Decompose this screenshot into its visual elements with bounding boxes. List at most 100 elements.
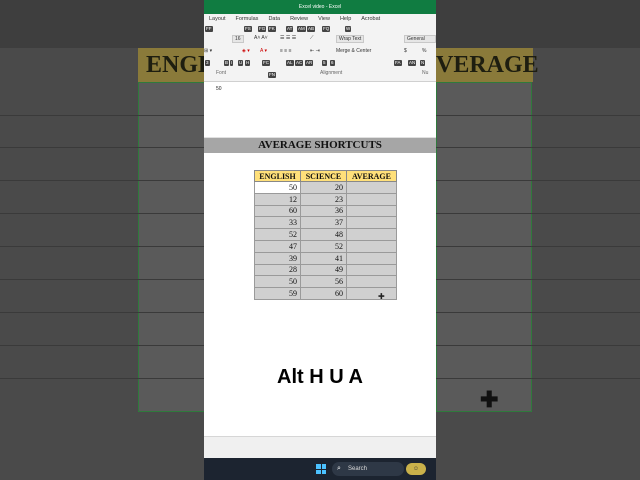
cell-english[interactable]: 60 [254, 204, 301, 218]
cell-average[interactable] [346, 181, 397, 194]
window-title: Excel video - Excel [204, 0, 436, 14]
cell-science[interactable]: 20 [300, 181, 347, 194]
keytip: B [224, 60, 230, 66]
worksheet-grid[interactable]: AVERAGE SHORTCUTS ENGLISH SCIENCE AVERAG… [204, 138, 436, 436]
widgets-icon[interactable]: ☺ [406, 463, 426, 475]
table-row: 47 52 [254, 239, 397, 253]
data-table: ENGLISH SCIENCE AVERAGE 50 20 12 23 60 3… [254, 170, 397, 300]
cell-average[interactable] [346, 228, 397, 241]
cell-english[interactable]: 50 [254, 275, 301, 289]
sheet-tabs-bar [204, 436, 436, 458]
keytip: FN [268, 72, 276, 78]
header-average[interactable]: AVERAGE [346, 170, 397, 182]
keytip: FA [394, 60, 402, 66]
cell-science[interactable]: 23 [300, 192, 347, 206]
cell-science[interactable]: 36 [300, 204, 347, 218]
group-number-label: Nu [422, 70, 429, 76]
tab-help[interactable]: Help [335, 14, 356, 24]
header-english[interactable]: ENGLISH [254, 170, 301, 182]
shortcut-caption: Alt H U A [277, 366, 363, 388]
sheet-heading: AVERAGE SHORTCUTS [204, 138, 436, 153]
tab-layout[interactable]: Layout [204, 14, 231, 24]
cell-english[interactable]: 39 [254, 251, 301, 265]
cell-english[interactable]: 12 [254, 192, 301, 206]
align-left-icon[interactable]: ≡ ≡ ≡ [280, 48, 292, 54]
table-row: 12 23 [254, 192, 397, 206]
percent-button[interactable]: % [422, 48, 426, 54]
cell-english[interactable]: 33 [254, 216, 301, 230]
keytip: FF [205, 26, 213, 32]
cell-cursor-icon: ✚ [378, 292, 385, 301]
table-row: 28 49 [254, 263, 397, 277]
orientation-icon[interactable]: ⟋ [310, 35, 314, 41]
grow-font-icon[interactable]: A˄ A˅ [254, 35, 268, 41]
keytip: AB [307, 26, 316, 32]
tab-review[interactable]: Review [285, 14, 313, 24]
cell-average[interactable] [346, 263, 397, 277]
cell-average[interactable] [346, 216, 397, 230]
cell-average[interactable] [346, 275, 397, 289]
cell-english[interactable]: 59 [254, 287, 301, 300]
table-row: 50 56 [254, 275, 397, 289]
keytip: FQ [322, 26, 331, 32]
wrap-text-button[interactable]: Wrap Text [336, 35, 365, 43]
align-top-icon[interactable]: ☰ ☰ ☰ [280, 35, 296, 41]
tab-data[interactable]: Data [263, 14, 285, 24]
tab-formulas[interactable]: Formulas [231, 14, 264, 24]
tab-acrobat[interactable]: Acrobat [356, 14, 385, 24]
cell-science[interactable]: 52 [300, 239, 347, 253]
keytip: I [230, 60, 234, 66]
taskbar-search-label: Search [348, 466, 368, 472]
cell-english[interactable]: 28 [254, 263, 301, 277]
table-row: 33 37 [254, 216, 397, 230]
formula-bar-value: 50 [216, 86, 222, 92]
font-size-select[interactable]: 16 [232, 35, 244, 43]
cell-average[interactable] [346, 204, 397, 218]
fill-color-icon[interactable]: ◈ ▾ [242, 48, 250, 54]
cell-english[interactable]: 47 [254, 239, 301, 253]
ribbon-tabs: Layout Formulas Data Review View Help Ac… [204, 14, 436, 24]
indent-icon[interactable]: ⇤ ⇥ [310, 48, 320, 54]
cell-average[interactable] [346, 287, 397, 300]
background-title-right: VERAGE [436, 52, 539, 78]
cell-english[interactable]: 52 [254, 228, 301, 241]
keytip: 5 [322, 60, 327, 66]
keytip: AN [408, 60, 417, 66]
keytip: 6 [330, 60, 335, 66]
group-alignment-label: Alignment [320, 70, 343, 76]
taskbar: ⌕ Search ☺ [204, 458, 436, 480]
keytip: U [238, 60, 244, 66]
tab-view[interactable]: View [313, 14, 335, 24]
cell-science[interactable]: 37 [300, 216, 347, 230]
header-science[interactable]: SCIENCE [300, 170, 347, 182]
cell-science[interactable]: 56 [300, 275, 347, 289]
keytip: 3 [205, 60, 210, 66]
cell-average[interactable] [346, 239, 397, 253]
cell-science[interactable]: 49 [300, 263, 347, 277]
background-column [138, 82, 206, 412]
excel-window: Excel video - Excel Layout Formulas Data… [204, 0, 436, 480]
cell-science[interactable]: 48 [300, 228, 347, 241]
keytip: AC [295, 60, 304, 66]
table-row: 50 20 [254, 181, 397, 194]
currency-button[interactable]: $ [404, 48, 407, 54]
taskbar-search[interactable]: ⌕ Search [332, 462, 404, 476]
cell-english[interactable]: 50 [254, 181, 301, 194]
cell-average[interactable] [346, 192, 397, 206]
font-color-icon[interactable]: A ▾ [260, 48, 267, 54]
keytip: FS [244, 26, 252, 32]
background-column [436, 82, 532, 412]
number-format-select[interactable]: General [404, 35, 436, 43]
cell-science[interactable]: 60 [300, 287, 347, 300]
keytip: FC [262, 60, 270, 66]
cell-science[interactable]: 41 [300, 251, 347, 265]
keytip: AT [286, 26, 294, 32]
windows-start-icon[interactable] [316, 464, 326, 474]
search-icon: ⌕ [337, 465, 341, 472]
ribbon: FF FS FG FK AT AM AB FQ W 16 A˄ A˅ ☰ ☰ ☰… [204, 24, 436, 82]
cell-average[interactable] [346, 251, 397, 265]
borders-icon[interactable]: ⊞ ▾ [204, 48, 212, 54]
formula-bar[interactable]: 50 [204, 82, 436, 138]
keytip: FK [268, 26, 276, 32]
merge-center-button[interactable]: Merge & Center [336, 48, 371, 54]
